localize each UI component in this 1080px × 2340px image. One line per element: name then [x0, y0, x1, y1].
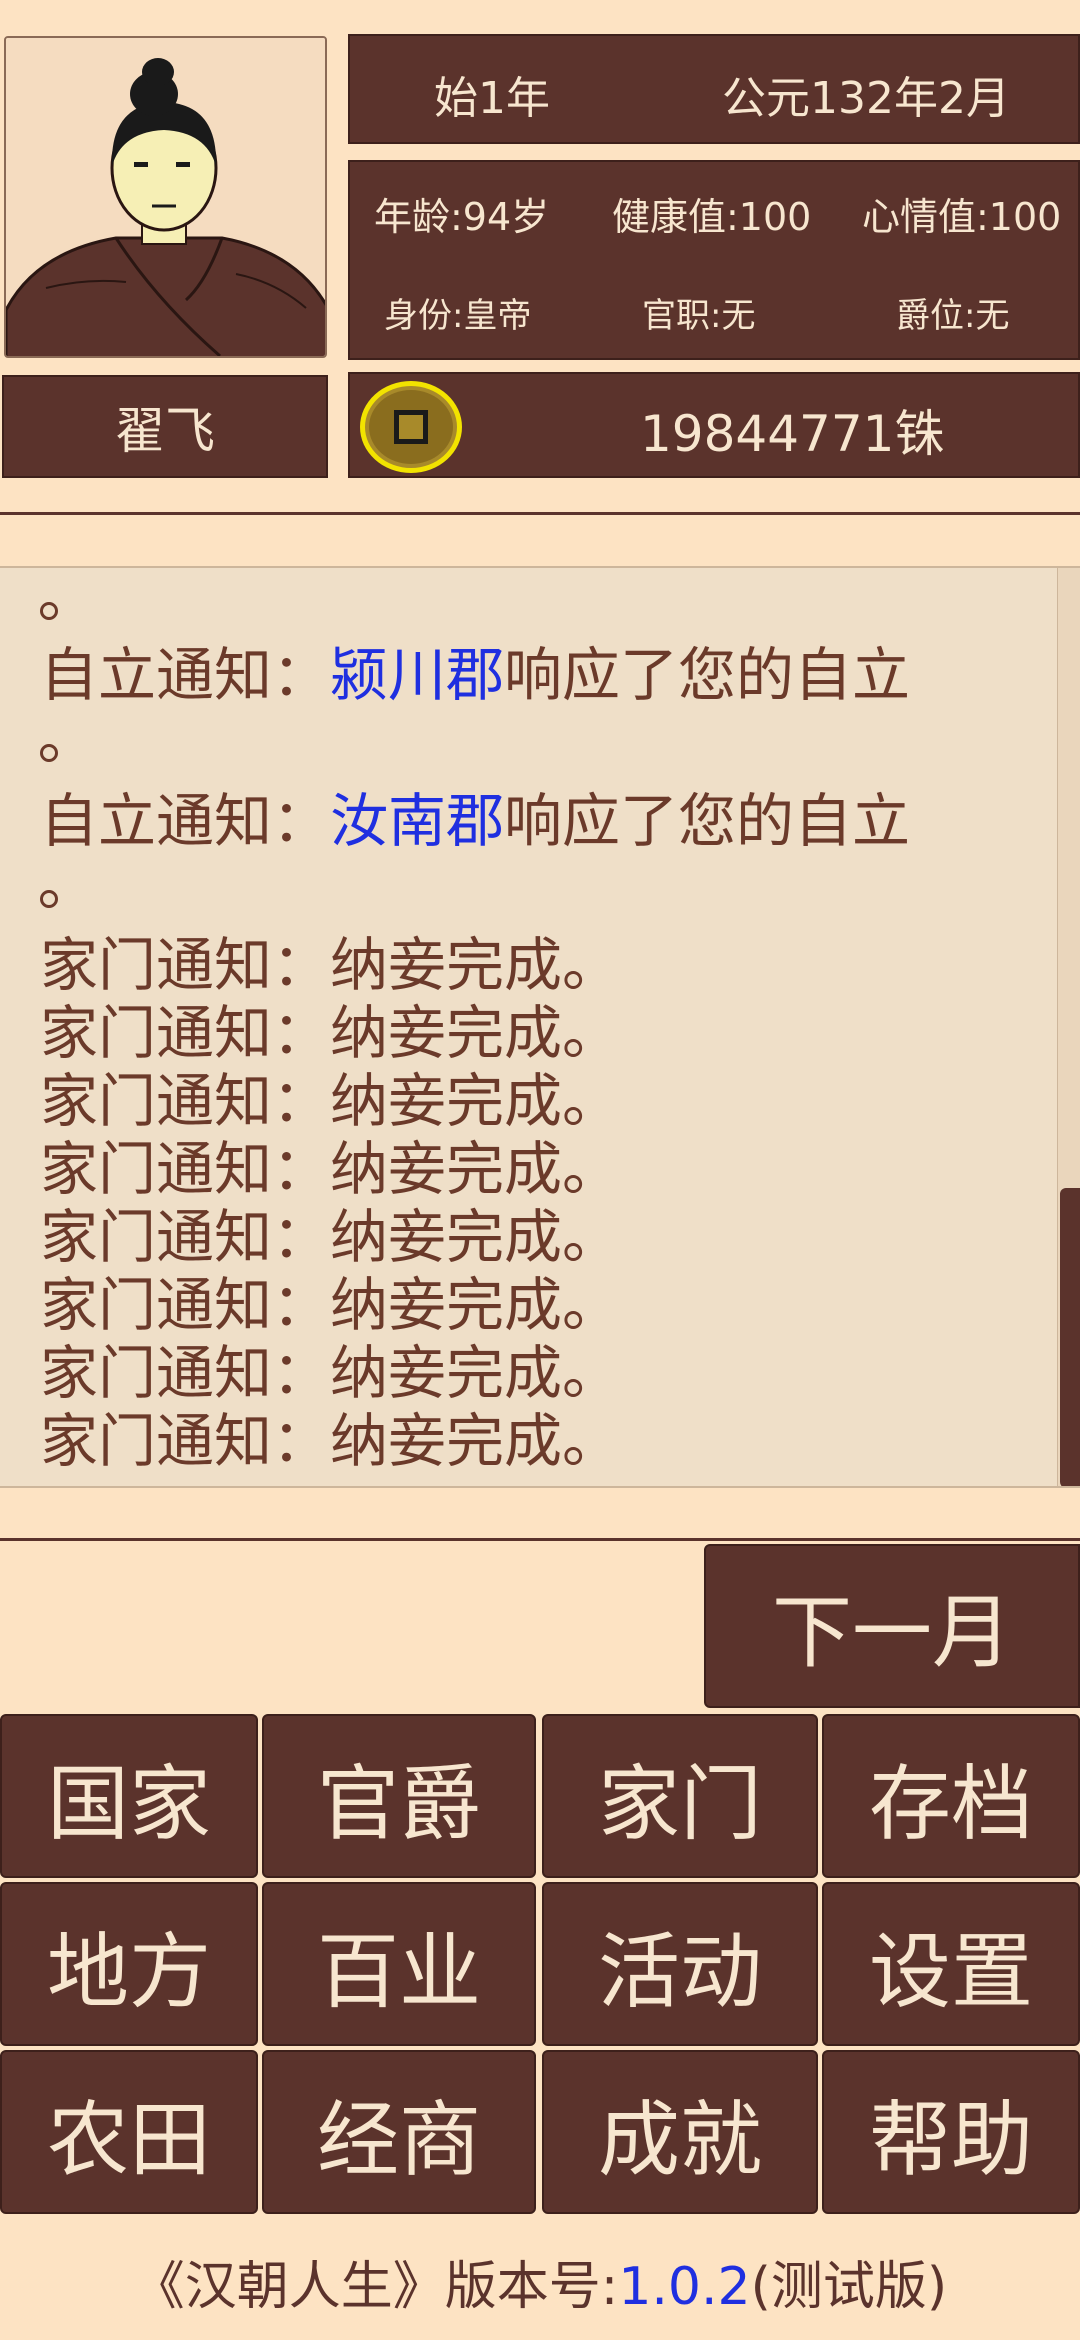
character-name[interactable]: 翟飞 — [2, 375, 328, 478]
noble-title-stat: 爵位:无 — [896, 296, 1010, 336]
log-dot — [40, 890, 58, 908]
office-stat: 官职:无 — [642, 296, 756, 336]
menu-button-commerce[interactable]: 经商 — [262, 2050, 536, 2214]
log-line: 家门通知：纳妾完成。 — [40, 1407, 621, 1475]
menu-button-achievements[interactable]: 成就 — [542, 2050, 818, 2214]
menu-button-help[interactable]: 帮助 — [822, 2050, 1080, 2214]
mood-stat: 心情值:100 — [862, 195, 1062, 239]
money-amount: 19844771铢 — [640, 405, 945, 463]
top-divider — [0, 512, 1080, 515]
money-panel: 19844771铢 — [348, 372, 1080, 478]
menu-button-trades[interactable]: 百业 — [262, 1882, 536, 2046]
menu-button-family[interactable]: 家门 — [542, 1714, 818, 1878]
menu-button-save[interactable]: 存档 — [822, 1714, 1080, 1878]
log-dot — [40, 602, 58, 620]
version-number: 1.0.2 — [618, 2257, 751, 2317]
identity-stat: 身份:皇帝 — [384, 296, 532, 336]
footer-title: 《汉朝人生》版本号: — [132, 2257, 619, 2317]
place-link[interactable]: 汝南郡 — [330, 787, 504, 855]
version-footer: 《汉朝人生》版本号:1.0.2(测试版) — [0, 2244, 1080, 2317]
log-scrollbar[interactable] — [1057, 568, 1080, 1486]
stats-panel: 年龄:94岁 健康值:100 心情值:100 身份:皇帝 官职:无 爵位:无 — [348, 160, 1080, 360]
era-year: 始1年 — [434, 73, 550, 124]
date-bar: 始1年 公元132年2月 — [348, 34, 1080, 144]
character-portrait — [4, 36, 327, 358]
log-scrollbar-thumb[interactable] — [1060, 1188, 1080, 1486]
menu-button-settings[interactable]: 设置 — [822, 1882, 1080, 2046]
menu-button-office[interactable]: 官爵 — [262, 1714, 536, 1878]
message-log[interactable]: 自立通知：颍川郡响应了您的自立 自立通知：汝南郡响应了您的自立 家门通知：纳妾完… — [0, 566, 1080, 1488]
emperor-avatar-icon — [6, 38, 325, 356]
footer-build-note: (测试版) — [750, 2257, 948, 2317]
health-stat: 健康值:100 — [612, 195, 812, 239]
menu-button-local[interactable]: 地方 — [0, 1882, 258, 2046]
bottom-divider — [0, 1538, 1080, 1541]
age-stat: 年龄:94岁 — [374, 195, 550, 239]
menu-button-country[interactable]: 国家 — [0, 1714, 258, 1878]
coin-icon — [360, 381, 462, 473]
menu-button-activities[interactable]: 活动 — [542, 1882, 818, 2046]
log-dot — [40, 744, 58, 762]
log-line: 自立通知：汝南郡响应了您的自立 — [40, 787, 911, 855]
next-month-button[interactable]: 下一月 — [704, 1544, 1080, 1708]
log-line: 自立通知：颍川郡响应了您的自立 — [40, 641, 911, 709]
place-link[interactable]: 颍川郡 — [330, 641, 504, 709]
menu-button-farmland[interactable]: 农田 — [0, 2050, 258, 2214]
calendar-date: 公元132年2月 — [722, 73, 1010, 124]
